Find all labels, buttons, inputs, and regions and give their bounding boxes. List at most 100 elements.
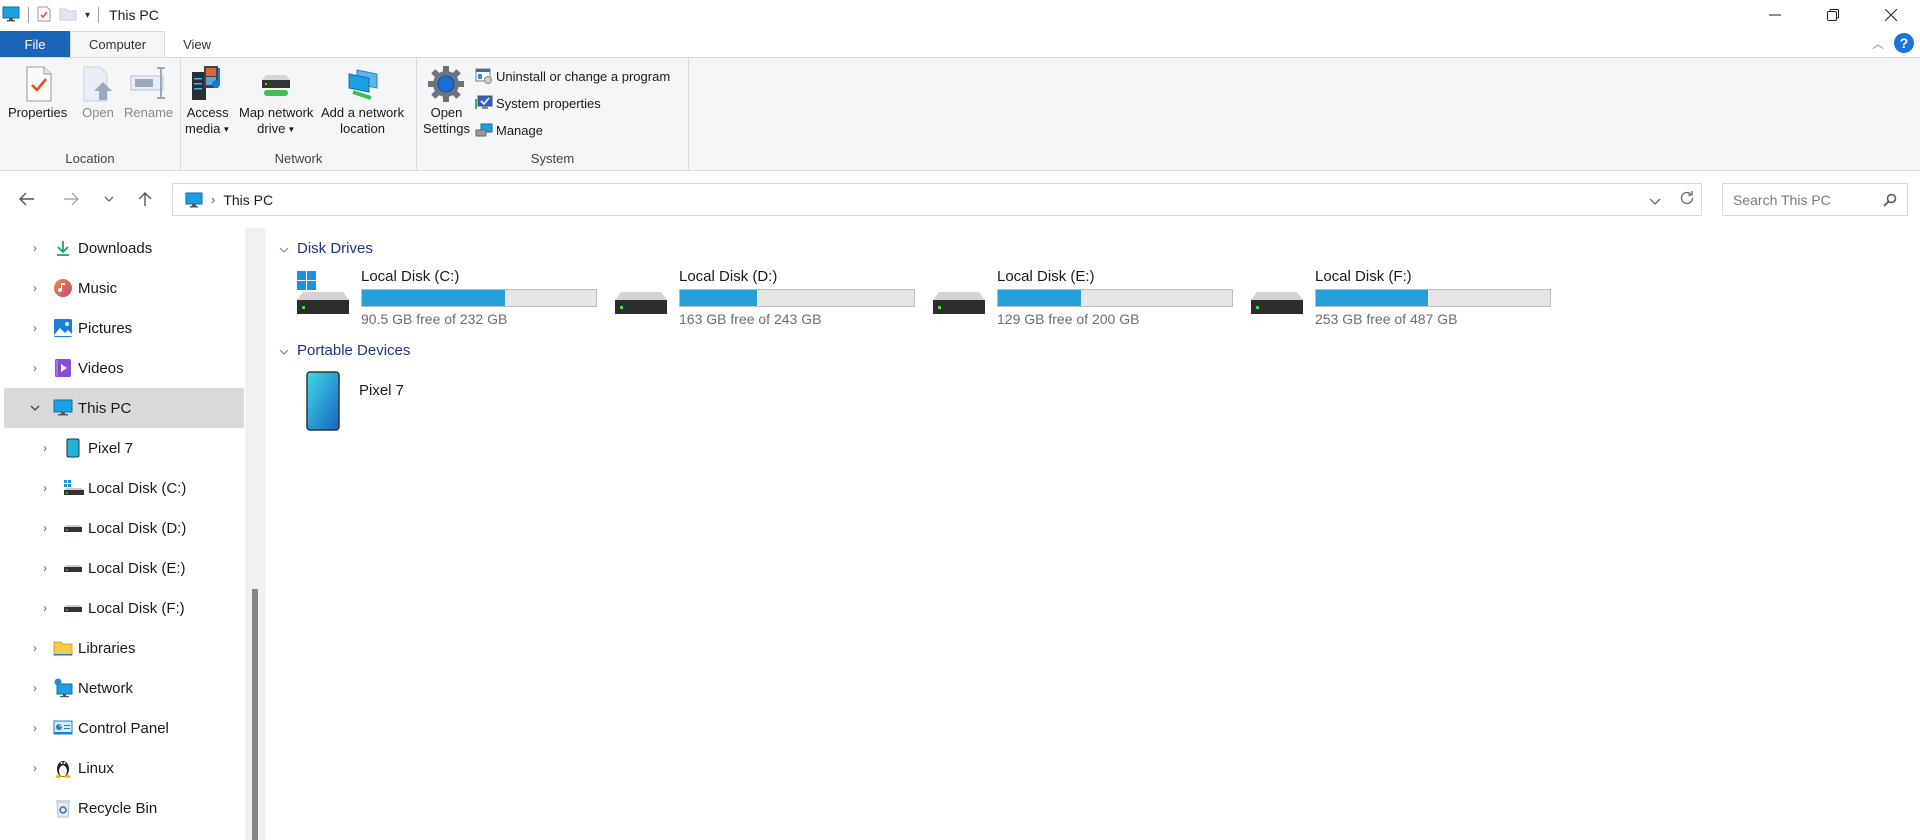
drive-icon	[615, 292, 667, 314]
help-icon[interactable]: ?	[1894, 33, 1914, 53]
device-name: Pixel 7	[359, 382, 405, 399]
drive-icon	[62, 557, 84, 579]
open-icon	[83, 66, 112, 102]
windows-drive-icon	[297, 271, 349, 314]
search-icon[interactable]	[1883, 193, 1897, 207]
linux-penguin-icon	[52, 757, 74, 779]
device-tile-pixel-7[interactable]: Pixel 7	[305, 370, 505, 434]
sidebar-item-downloads[interactable]: › Downloads	[4, 228, 244, 268]
sidebar-scrollbar-thumb[interactable]	[252, 589, 258, 840]
drive-icon	[62, 597, 84, 619]
drive-tile-d[interactable]: Local Disk (D:) 163 GB free of 243 GB	[613, 268, 915, 328]
search-box[interactable]	[1722, 183, 1908, 216]
chevron-right-icon[interactable]: ›	[38, 601, 52, 615]
chevron-right-icon[interactable]: ›	[28, 281, 42, 295]
chevron-right-icon[interactable]: ›	[28, 721, 42, 735]
tab-file[interactable]: File	[0, 31, 70, 57]
system-properties-button[interactable]: System properties	[475, 93, 601, 113]
drive-tile-f[interactable]: Local Disk (F:) 253 GB free of 487 GB	[1249, 268, 1551, 328]
sidebar-item-network[interactable]: › Network	[4, 668, 244, 708]
portable-devices-group-header[interactable]: Portable Devices	[279, 342, 410, 359]
access-media-button[interactable]: Access media ▼	[185, 64, 230, 138]
chevron-right-icon[interactable]: ›	[38, 441, 52, 455]
settings-gear-icon	[428, 66, 465, 102]
sidebar-item-local-disk-d[interactable]: › Local Disk (D:)	[4, 508, 244, 548]
drive-free-space: 163 GB free of 243 GB	[679, 311, 822, 327]
manage-button[interactable]: Manage	[475, 120, 543, 140]
up-arrow-icon	[138, 192, 152, 206]
sidebar-item-this-pc[interactable]: This PC	[4, 388, 244, 428]
close-button[interactable]	[1862, 0, 1920, 30]
customize-quick-access-icon[interactable]: ▾	[85, 10, 90, 21]
system-properties-icon	[475, 95, 493, 109]
refresh-icon	[1680, 191, 1694, 205]
tab-computer[interactable]: Computer	[70, 31, 166, 57]
ribbon-tabs: File Computer View ︿ ?	[0, 31, 1920, 57]
address-history-dropdown[interactable]	[1649, 192, 1661, 208]
chevron-down-icon[interactable]	[279, 242, 289, 256]
sidebar-item-pictures[interactable]: › Pictures	[4, 308, 244, 348]
chevron-right-icon[interactable]: ›	[28, 361, 42, 375]
chevron-down-icon[interactable]	[28, 405, 42, 411]
drive-icon	[62, 517, 84, 539]
rename-button[interactable]: Rename	[124, 64, 173, 121]
properties-icon	[26, 66, 52, 102]
uninstall-program-button[interactable]: Uninstall or change a program	[475, 66, 670, 86]
minimize-button[interactable]	[1746, 0, 1804, 30]
chevron-right-icon[interactable]: ›	[28, 321, 42, 335]
back-button[interactable]	[12, 178, 42, 220]
disk-drives-group-header[interactable]: Disk Drives	[279, 240, 373, 257]
drive-usage-fill	[362, 290, 505, 306]
sidebar-item-pixel-7[interactable]: › Pixel 7	[4, 428, 244, 468]
tab-view[interactable]: View	[165, 31, 229, 57]
drive-tile-e[interactable]: Local Disk (E:) 129 GB free of 200 GB	[931, 268, 1233, 328]
sidebar-item-linux[interactable]: › Linux	[4, 748, 244, 788]
restore-button[interactable]	[1804, 0, 1862, 30]
sidebar-item-libraries[interactable]: › Libraries	[4, 628, 244, 668]
drive-name: Local Disk (E:)	[997, 268, 1095, 285]
forward-button[interactable]	[56, 178, 86, 220]
chevron-right-icon[interactable]: ›	[28, 641, 42, 655]
map-network-drive-button[interactable]: Map network drive ▼	[239, 64, 313, 138]
add-network-location-button[interactable]: Add a network location	[321, 64, 404, 137]
collapse-ribbon-icon[interactable]: ︿	[1872, 35, 1884, 52]
map-network-drive-icon	[262, 75, 291, 96]
drive-icon	[1251, 292, 1303, 314]
sidebar-item-local-disk-e[interactable]: › Local Disk (E:)	[4, 548, 244, 588]
network-icon	[52, 677, 74, 699]
sidebar-item-control-panel[interactable]: › Control Panel	[4, 708, 244, 748]
chevron-right-icon[interactable]: ›	[38, 561, 52, 575]
sidebar-item-recycle-bin[interactable]: Recycle Bin	[4, 788, 244, 828]
new-folder-quick-icon[interactable]	[59, 7, 77, 24]
drive-usage-bar	[679, 289, 915, 307]
sidebar-item-local-disk-c[interactable]: › Local Disk (C:)	[4, 468, 244, 508]
refresh-button[interactable]	[1679, 190, 1695, 209]
sidebar-item-music[interactable]: › Music	[4, 268, 244, 308]
forward-arrow-icon	[64, 192, 79, 206]
open-settings-button[interactable]: Open Settings	[423, 64, 470, 137]
ribbon-group-location: Properties Open Rename Location	[0, 58, 181, 170]
search-input[interactable]	[1733, 191, 1873, 208]
ribbon: Properties Open Rename Location Access m…	[0, 57, 1920, 171]
chevron-down-icon	[1649, 198, 1661, 205]
recent-locations-button[interactable]	[94, 178, 124, 220]
sidebar-item-local-disk-f[interactable]: › Local Disk (F:)	[4, 588, 244, 628]
drive-tile-c[interactable]: Local Disk (C:) 90.5 GB free of 232 GB	[295, 268, 597, 328]
chevron-right-icon[interactable]: ›	[28, 241, 42, 255]
chevron-right-icon[interactable]: ›	[38, 521, 52, 535]
chevron-right-icon[interactable]: ›	[38, 481, 52, 495]
chevron-down-icon[interactable]	[279, 344, 289, 358]
chevron-right-icon[interactable]: ›	[28, 681, 42, 695]
chevron-right-icon[interactable]: ›	[28, 761, 42, 775]
properties-button[interactable]: Properties	[8, 64, 67, 121]
breadcrumb-separator-icon[interactable]: ›	[211, 192, 215, 207]
rename-icon	[130, 67, 165, 99]
breadcrumb-this-pc[interactable]: This PC	[223, 192, 273, 208]
content-pane: Disk Drives Local Disk (C:) 90.5 GB free…	[265, 228, 1920, 840]
address-bar[interactable]: › This PC	[172, 183, 1702, 216]
sidebar-item-videos[interactable]: › Videos	[4, 348, 244, 388]
up-button[interactable]	[130, 178, 160, 220]
open-button[interactable]: Open	[78, 64, 118, 121]
add-network-location-icon	[348, 69, 378, 100]
properties-quick-icon[interactable]	[37, 6, 51, 25]
